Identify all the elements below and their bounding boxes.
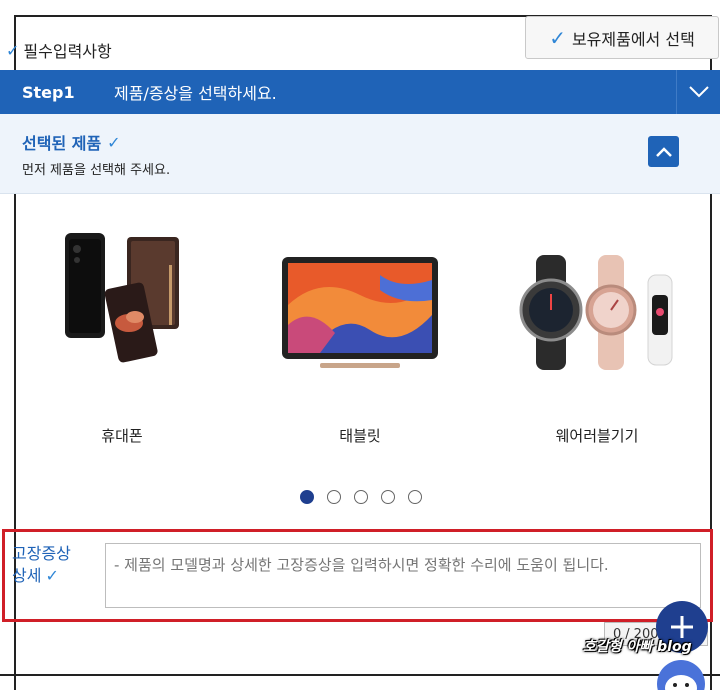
required-field-notice: ✓ 필수입력사항 [6,38,112,62]
check-icon: ✓ [107,132,121,152]
chevron-down-icon [688,86,709,98]
selected-product-panel: 선택된 제품 ✓ 먼저 제품을 선택해 주세요. [0,114,720,194]
product-wearable[interactable] [518,250,683,375]
step-label: Step1 [22,82,75,102]
smartwatch-icon [519,255,673,370]
required-label: 필수입력사항 [23,42,112,61]
carousel-dot-1[interactable] [300,490,314,504]
check-icon: ✓ [6,40,20,60]
symptom-label-line2: 상세 [12,566,42,585]
carousel-pagination [300,490,422,504]
carousel-dot-4[interactable] [381,490,395,504]
step-header: Step1 제품/증상을 선택하세요. [0,70,720,114]
product-tablet[interactable] [280,255,440,370]
selected-title-text: 선택된 제품 [22,134,102,153]
tablet-icon [282,257,438,368]
carousel-dot-3[interactable] [354,490,368,504]
symptom-label-line1: 고장증상 [12,544,71,563]
phone-icon [65,233,179,363]
product-phone[interactable] [45,225,195,370]
carousel-dot-5[interactable] [408,490,422,504]
chevron-up-icon [655,146,672,157]
carousel-dot-2[interactable] [327,490,341,504]
step-title: 제품/증상을 선택하세요. [114,84,277,103]
product-label-phone: 휴대폰 [101,427,143,445]
check-icon: ✓ [45,566,59,585]
check-icon: ✓ [549,25,566,50]
product-label-wearable: 웨어러블기기 [555,427,639,445]
avatar-face [657,660,705,690]
select-owned-product-button[interactable]: ✓ 보유제품에서 선택 [525,16,719,59]
symptom-detail-input[interactable] [105,543,701,608]
owned-button-label: 보유제품에서 선택 [571,29,695,49]
product-label-tablet: 태블릿 [339,427,381,445]
selected-product-description: 먼저 제품을 선택해 주세요. [22,163,171,178]
blog-watermark: 호갈형 아빠 blog [583,639,692,655]
collapse-button[interactable] [648,136,679,167]
chatbot-avatar-icon[interactable] [656,658,706,690]
symptom-detail-label: 고장증상 상세 ✓ [12,543,92,587]
selected-product-title: 선택된 제품 ✓ [22,130,121,154]
frame-line-bottom [0,674,720,676]
step-toggle-button[interactable] [676,70,720,114]
